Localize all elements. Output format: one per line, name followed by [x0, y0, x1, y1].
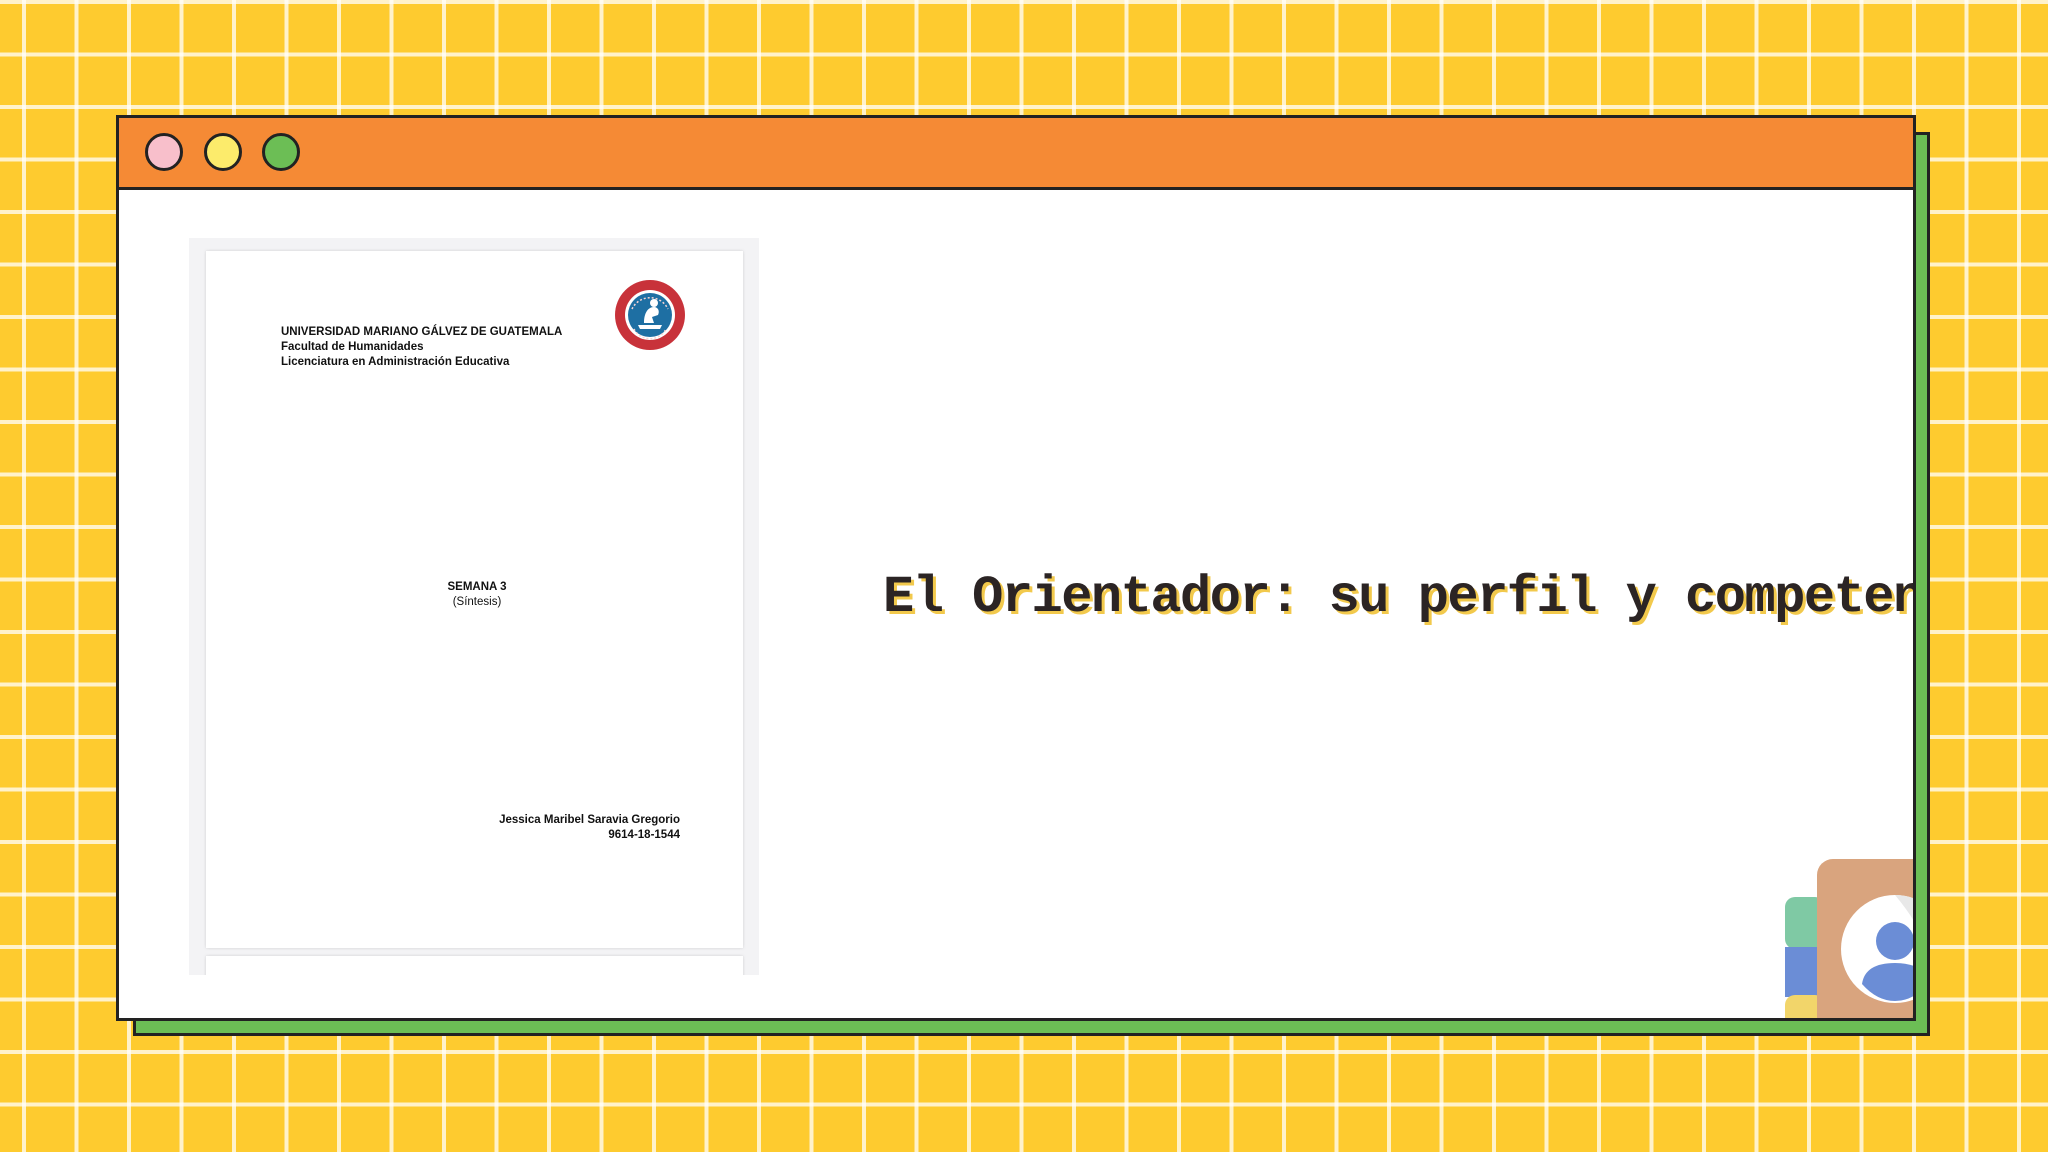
maximize-dot-button[interactable]	[262, 133, 300, 171]
close-dot-button[interactable]	[145, 133, 183, 171]
window-titlebar	[119, 118, 1913, 190]
faculty-name: Facultad de Humanidades	[281, 341, 424, 353]
document-center: SEMANA 3 (Síntesis)	[206, 580, 743, 610]
minimize-dot-button[interactable]	[204, 133, 242, 171]
university-name: UNIVERSIDAD MARIANO GÁLVEZ DE GUATEMALA	[281, 326, 563, 338]
student-id: 9614-18-1544	[608, 829, 680, 841]
week-subtitle: (Síntesis)	[452, 596, 502, 608]
browser-window: UNIVERSIDAD MARIANO GÁLVEZ DE GUATEMALA …	[116, 115, 1916, 1021]
document-header: UNIVERSIDAD MARIANO GÁLVEZ DE GUATEMALA …	[281, 325, 562, 370]
contact-book-icon	[1785, 859, 1913, 1018]
document-next-page	[206, 956, 743, 975]
slide-title: El Orientador: su perfil y competencia	[883, 568, 1916, 627]
program-name: Licenciatura en Administración Educativa	[281, 356, 510, 368]
author-name: Jessica Maribel Saravia Gregorio	[499, 814, 680, 826]
university-seal-icon	[615, 280, 685, 350]
document-author: Jessica Maribel Saravia Gregorio 9614-18…	[499, 813, 680, 843]
week-label: SEMANA 3	[447, 581, 507, 593]
document-page: UNIVERSIDAD MARIANO GÁLVEZ DE GUATEMALA …	[206, 251, 743, 948]
document-preview: UNIVERSIDAD MARIANO GÁLVEZ DE GUATEMALA …	[189, 238, 759, 975]
